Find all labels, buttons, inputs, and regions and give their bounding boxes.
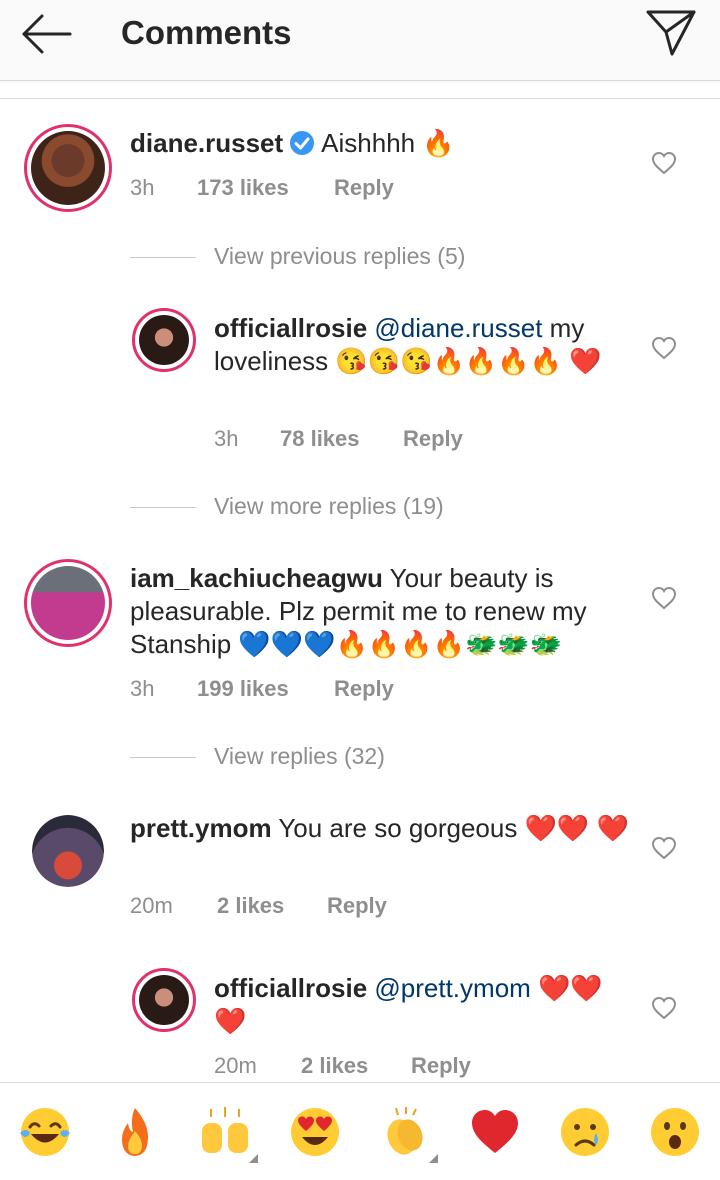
reply-button[interactable]: Reply [411, 1053, 471, 1079]
reply-button[interactable]: Reply [403, 426, 463, 452]
comment-time: 3h [214, 426, 239, 451]
comment-likes[interactable]: 78 likes [280, 426, 360, 452]
comment-username[interactable]: iam_kachiucheagwu [130, 563, 383, 593]
header-bar: Comments [0, 0, 720, 81]
comment-time: 20m [214, 1053, 257, 1078]
view-previous-replies[interactable]: View previous replies (5) [130, 243, 550, 273]
comment-likes[interactable]: 199 likes [197, 676, 289, 702]
view-replies[interactable]: View replies (32) [130, 743, 490, 773]
crying-face-emoji-icon [561, 1108, 609, 1156]
comment-username[interactable]: officiallrosie [214, 313, 367, 343]
mention-link[interactable]: @prett.ymom [374, 973, 530, 1003]
emoji-button-clapping[interactable] [378, 1105, 438, 1163]
view-more-replies[interactable]: View more replies (19) [130, 493, 550, 523]
avatar[interactable] [132, 308, 196, 372]
comment-time: 3h [130, 175, 155, 200]
mention-link[interactable]: @diane.russet [374, 313, 542, 343]
comment-meta: 3h 199 likes Reply [130, 676, 530, 706]
comment-likes[interactable]: 2 likes [217, 893, 284, 919]
comment-likes[interactable]: 2 likes [301, 1053, 368, 1079]
comment-username[interactable]: officiallrosie [214, 973, 367, 1003]
more-variants-indicator [249, 1154, 258, 1163]
reply-button[interactable]: Reply [327, 893, 387, 919]
red-heart-emoji-icon [472, 1110, 518, 1153]
avatar[interactable] [24, 124, 112, 212]
raising-hands-emoji-icon [202, 1107, 248, 1153]
comment-meta: 20m 2 likes Reply [214, 1053, 574, 1081]
reply-button[interactable]: Reply [334, 175, 394, 201]
emoji-button-tears-of-joy[interactable] [18, 1105, 72, 1159]
emoji-button-crying[interactable] [558, 1105, 612, 1159]
verified-badge-icon [290, 131, 315, 155]
comment-text: Aishhhh 🔥 [321, 128, 455, 158]
surprised-face-emoji-icon [651, 1108, 699, 1156]
comment-meta: 20m 2 likes Reply [130, 893, 530, 923]
comment-meta: 3h 173 likes Reply [130, 175, 530, 205]
emoji-button-red-heart[interactable] [468, 1105, 522, 1159]
like-heart-icon[interactable] [651, 836, 677, 860]
heart-eyes-emoji-icon [291, 1108, 339, 1156]
comment-text: You are so gorgeous ❤️❤️ ❤️ [271, 813, 629, 843]
header-divider [0, 98, 720, 99]
emoji-button-surprised[interactable] [648, 1105, 702, 1159]
back-button[interactable] [18, 12, 78, 56]
paper-plane-icon [646, 10, 696, 56]
emoji-button-heart-eyes[interactable] [288, 1105, 342, 1159]
avatar[interactable] [32, 815, 104, 887]
emoji-quick-bar [0, 1082, 720, 1180]
avatar[interactable] [132, 968, 196, 1032]
page-title: Comments [121, 14, 292, 51]
like-heart-icon[interactable] [651, 586, 677, 610]
comment-username[interactable]: prett.ymom [130, 813, 272, 843]
direct-message-button[interactable] [644, 8, 700, 58]
emoji-button-fire[interactable] [108, 1105, 162, 1159]
like-heart-icon[interactable] [651, 996, 677, 1020]
clapping-hands-emoji-icon [387, 1107, 423, 1155]
tears-of-joy-emoji-icon [20, 1108, 70, 1156]
comment-meta: 3h 78 likes Reply [214, 426, 574, 456]
comment-likes[interactable]: 173 likes [197, 175, 289, 201]
fire-emoji-icon [122, 1108, 148, 1156]
reply-button[interactable]: Reply [334, 676, 394, 702]
back-arrow-icon [22, 14, 72, 54]
emoji-button-raising-hands[interactable] [198, 1105, 258, 1163]
comment-time: 20m [130, 893, 173, 918]
more-variants-indicator [429, 1154, 438, 1163]
comment-username[interactable]: diane.russet [130, 128, 283, 158]
like-heart-icon[interactable] [651, 151, 677, 175]
like-heart-icon[interactable] [651, 336, 677, 360]
avatar[interactable] [24, 559, 112, 647]
comment-time: 3h [130, 676, 155, 701]
